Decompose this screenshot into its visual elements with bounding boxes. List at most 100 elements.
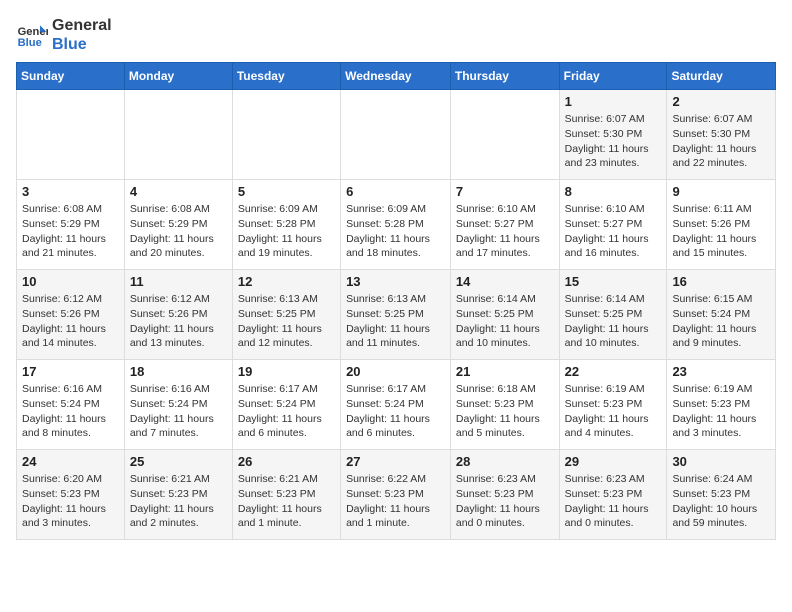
calendar-cell: 28Sunrise: 6:23 AM Sunset: 5:23 PM Dayli…: [450, 450, 559, 540]
calendar-cell: 29 Sunrise: 6:23 AM Sunset: 5:23 PM Dayli…: [559, 450, 667, 540]
calendar-cell: 20 Sunrise: 6:17 AM Sunset: 5:24 PM Dayli…: [341, 360, 451, 450]
day-number: 19: [238, 364, 335, 379]
day-info: Sunrise: 6:08 AM Sunset: 5:29 PM Dayligh…: [22, 202, 119, 261]
day-number: 1: [565, 94, 662, 109]
calendar-cell: 22 Sunrise: 6:19 AM Sunset: 5:23 PM Dayli…: [559, 360, 667, 450]
day-number: 16: [672, 274, 770, 289]
day-header-saturday: Saturday: [667, 63, 776, 90]
logo-icon: General Blue: [16, 19, 48, 51]
logo: General Blue General Blue: [16, 16, 112, 54]
calendar-cell: [341, 90, 451, 180]
day-info: Sunrise: 6:09 AM Sunset: 5:28 PM Dayligh…: [346, 202, 445, 261]
day-info: Sunrise: 6:17 AM Sunset: 5:24 PM Dayligh…: [346, 382, 445, 441]
day-number: 3: [22, 184, 119, 199]
calendar-cell: 18 Sunrise: 6:16 AM Sunset: 5:24 PM Dayli…: [124, 360, 232, 450]
calendar-cell: 12 Sunrise: 6:13 AM Sunset: 5:25 PM Dayli…: [232, 270, 340, 360]
day-info: Sunrise: 6:17 AM Sunset: 5:24 PM Dayligh…: [238, 382, 335, 441]
calendar-cell: 16 Sunrise: 6:15 AM Sunset: 5:24 PM Dayli…: [667, 270, 776, 360]
day-info: Sunrise: 6:24 AM Sunset: 5:23 PM Dayligh…: [672, 472, 770, 531]
calendar-cell: 30Sunrise: 6:24 AM Sunset: 5:23 PM Dayli…: [667, 450, 776, 540]
day-number: 20: [346, 364, 445, 379]
calendar-cell: 10Sunrise: 6:12 AM Sunset: 5:26 PM Dayli…: [17, 270, 125, 360]
day-info: Sunrise: 6:13 AM Sunset: 5:25 PM Dayligh…: [238, 292, 335, 351]
calendar-cell: 11Sunrise: 6:12 AM Sunset: 5:26 PM Dayli…: [124, 270, 232, 360]
day-info: Sunrise: 6:12 AM Sunset: 5:26 PM Dayligh…: [130, 292, 227, 351]
day-number: 27: [346, 454, 445, 469]
day-number: 4: [130, 184, 227, 199]
day-info: Sunrise: 6:16 AM Sunset: 5:24 PM Dayligh…: [22, 382, 119, 441]
day-number: 12: [238, 274, 335, 289]
calendar-week-1: 1 Sunrise: 6:07 AM Sunset: 5:30 PM Daylig…: [17, 90, 776, 180]
calendar-cell: 26 Sunrise: 6:21 AM Sunset: 5:23 PM Dayli…: [232, 450, 340, 540]
day-info: Sunrise: 6:23 AM Sunset: 5:23 PM Dayligh…: [456, 472, 554, 531]
calendar-week-2: 3 Sunrise: 6:08 AM Sunset: 5:29 PM Daylig…: [17, 180, 776, 270]
calendar-week-4: 17Sunrise: 6:16 AM Sunset: 5:24 PM Dayli…: [17, 360, 776, 450]
day-number: 13: [346, 274, 445, 289]
day-number: 2: [672, 94, 770, 109]
calendar-cell: [232, 90, 340, 180]
day-number: 6: [346, 184, 445, 199]
day-info: Sunrise: 6:19 AM Sunset: 5:23 PM Dayligh…: [565, 382, 662, 441]
day-info: Sunrise: 6:08 AM Sunset: 5:29 PM Dayligh…: [130, 202, 227, 261]
day-info: Sunrise: 6:22 AM Sunset: 5:23 PM Dayligh…: [346, 472, 445, 531]
day-number: 23: [672, 364, 770, 379]
logo-line1: General: [52, 16, 112, 35]
calendar-week-3: 10 Sunrise: 6:12 AM Sunset: 5:26 PM Dayli…: [17, 270, 776, 360]
day-number: 22: [565, 364, 662, 379]
calendar-cell: 25Sunrise: 6:21 AM Sunset: 5:23 PM Dayli…: [124, 450, 232, 540]
day-info: Sunrise: 6:20 AM Sunset: 5:23 PM Dayligh…: [22, 472, 119, 531]
day-number: 29: [565, 454, 662, 469]
svg-text:Blue: Blue: [18, 37, 42, 49]
calendar-cell: 5 Sunrise: 6:09 AM Sunset: 5:28 PM Daylig…: [232, 180, 340, 270]
day-number: 18: [130, 364, 227, 379]
calendar-cell: 8Sunrise: 6:10 AM Sunset: 5:27 PM Daylig…: [559, 180, 667, 270]
svg-text:General: General: [18, 26, 48, 38]
day-number: 10: [22, 274, 119, 289]
day-info: Sunrise: 6:19 AM Sunset: 5:23 PM Dayligh…: [672, 382, 770, 441]
calendar-cell: 1 Sunrise: 6:07 AM Sunset: 5:30 PM Daylig…: [559, 90, 667, 180]
calendar-cell: [17, 90, 125, 180]
day-info: Sunrise: 6:21 AM Sunset: 5:23 PM Dayligh…: [130, 472, 227, 531]
calendar-cell: 4 Sunrise: 6:08 AM Sunset: 5:29 PM Daylig…: [124, 180, 232, 270]
calendar-table: SundayMondayTuesdayWednesdayThursdayFrid…: [16, 62, 776, 540]
day-number: 26: [238, 454, 335, 469]
calendar-cell: 21 Sunrise: 6:18 AM Sunset: 5:23 PM Dayli…: [450, 360, 559, 450]
calendar-header-row: SundayMondayTuesdayWednesdayThursdayFrid…: [17, 63, 776, 90]
day-info: Sunrise: 6:09 AM Sunset: 5:28 PM Dayligh…: [238, 202, 335, 261]
calendar-cell: 24 Sunrise: 6:20 AM Sunset: 5:23 PM Dayli…: [17, 450, 125, 540]
day-info: Sunrise: 6:21 AM Sunset: 5:23 PM Dayligh…: [238, 472, 335, 531]
day-info: Sunrise: 6:14 AM Sunset: 5:25 PM Dayligh…: [565, 292, 662, 351]
day-info: Sunrise: 6:10 AM Sunset: 5:27 PM Dayligh…: [565, 202, 662, 261]
day-info: Sunrise: 6:07 AM Sunset: 5:30 PM Dayligh…: [672, 112, 770, 171]
logo-line2: Blue: [52, 35, 112, 54]
calendar-cell: [450, 90, 559, 180]
calendar-cell: 27 Sunrise: 6:22 AM Sunset: 5:23 PM Dayli…: [341, 450, 451, 540]
calendar-cell: 13 Sunrise: 6:13 AM Sunset: 5:25 PM Dayli…: [341, 270, 451, 360]
calendar-cell: 14Sunrise: 6:14 AM Sunset: 5:25 PM Dayli…: [450, 270, 559, 360]
day-number: 9: [672, 184, 770, 199]
day-info: Sunrise: 6:10 AM Sunset: 5:27 PM Dayligh…: [456, 202, 554, 261]
page-header: General Blue General Blue: [16, 16, 776, 54]
calendar-cell: [124, 90, 232, 180]
day-info: Sunrise: 6:23 AM Sunset: 5:23 PM Dayligh…: [565, 472, 662, 531]
calendar-cell: 2 Sunrise: 6:07 AM Sunset: 5:30 PM Daylig…: [667, 90, 776, 180]
day-info: Sunrise: 6:14 AM Sunset: 5:25 PM Dayligh…: [456, 292, 554, 351]
day-header-sunday: Sunday: [17, 63, 125, 90]
day-info: Sunrise: 6:18 AM Sunset: 5:23 PM Dayligh…: [456, 382, 554, 441]
day-info: Sunrise: 6:16 AM Sunset: 5:24 PM Dayligh…: [130, 382, 227, 441]
day-info: Sunrise: 6:07 AM Sunset: 5:30 PM Dayligh…: [565, 112, 662, 171]
calendar-cell: 17Sunrise: 6:16 AM Sunset: 5:24 PM Dayli…: [17, 360, 125, 450]
day-number: 5: [238, 184, 335, 199]
day-info: Sunrise: 6:15 AM Sunset: 5:24 PM Dayligh…: [672, 292, 770, 351]
day-number: 7: [456, 184, 554, 199]
day-info: Sunrise: 6:13 AM Sunset: 5:25 PM Dayligh…: [346, 292, 445, 351]
calendar-cell: 15 Sunrise: 6:14 AM Sunset: 5:25 PM Dayli…: [559, 270, 667, 360]
day-header-monday: Monday: [124, 63, 232, 90]
day-number: 21: [456, 364, 554, 379]
calendar-cell: 6 Sunrise: 6:09 AM Sunset: 5:28 PM Daylig…: [341, 180, 451, 270]
calendar-cell: 9 Sunrise: 6:11 AM Sunset: 5:26 PM Daylig…: [667, 180, 776, 270]
day-info: Sunrise: 6:11 AM Sunset: 5:26 PM Dayligh…: [672, 202, 770, 261]
calendar-cell: 3 Sunrise: 6:08 AM Sunset: 5:29 PM Daylig…: [17, 180, 125, 270]
day-number: 24: [22, 454, 119, 469]
day-number: 15: [565, 274, 662, 289]
